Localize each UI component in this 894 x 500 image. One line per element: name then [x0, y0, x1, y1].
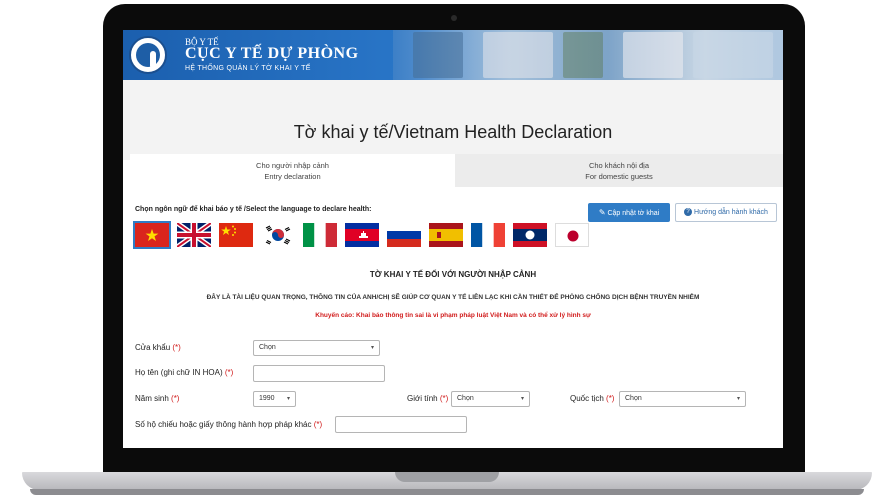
birth-year-select[interactable]: 1990 ▾ [253, 391, 296, 407]
border-gate-value: Chọn [259, 344, 276, 351]
passport-input[interactable] [335, 416, 467, 433]
full-name-label: Họ tên (ghi chữ IN HOA) (*) [135, 368, 233, 377]
update-button-label: Cập nhật tờ khai [607, 210, 660, 217]
declaration-title: TỜ KHAI Y TẾ ĐỐI VỚI NGƯỜI NHẬP CẢNH [369, 270, 537, 279]
tab-domestic-line2: For domestic guests [585, 172, 653, 181]
flag-united-kingdom-icon[interactable] [177, 223, 211, 247]
laptop-base-shadow [30, 489, 864, 495]
required-mark: (*) [439, 394, 449, 403]
laptop-notch [395, 472, 499, 482]
page-title: Tờ khai y tế/Vietnam Health Declaration [293, 122, 613, 142]
webcam-icon [451, 15, 457, 21]
tab-domestic-guests[interactable]: Cho khách nội địa For domestic guests [455, 154, 783, 187]
flag-vietnam-icon[interactable] [133, 221, 171, 249]
flag-laos-icon[interactable] [513, 223, 547, 247]
border-gate-label: Cửa khẩu (*) [135, 343, 181, 352]
gender-value: Chọn [457, 395, 474, 402]
passport-label-text: Số hộ chiếu hoặc giấy thông hành hợp phá… [135, 420, 312, 429]
dropdown-arrow-icon: ▾ [286, 396, 290, 402]
tab-entry-declaration[interactable]: Cho người nhập cảnh Entry declaration [130, 154, 455, 187]
nationality-select[interactable]: Chọn ▾ [619, 391, 746, 407]
question-icon: ? [684, 208, 693, 217]
flag-south-korea-icon[interactable] [261, 223, 295, 247]
required-mark: (*) [606, 394, 615, 403]
language-prompt: Chọn ngôn ngữ để khai báo y tế /Select t… [135, 206, 372, 213]
full-name-input[interactable] [253, 365, 385, 382]
dropdown-arrow-icon: ▾ [370, 345, 374, 351]
system-name: HỆ THỐNG QUẢN LÝ TỜ KHAI Y TẾ [185, 65, 311, 72]
declaration-warning: Khuyến cáo: Khai báo thông tin sai là vi… [315, 312, 591, 319]
gender-select[interactable]: Chọn ▾ [451, 391, 530, 407]
required-mark: (*) [313, 420, 323, 429]
passport-label: Số hộ chiếu hoặc giấy thông hành hợp phá… [135, 420, 322, 429]
birth-year-label-text: Năm sinh [135, 394, 169, 403]
flag-cambodia-icon[interactable] [345, 223, 379, 247]
gender-label: Giới tính (*) [407, 394, 448, 403]
dropdown-arrow-icon: ▾ [520, 396, 524, 402]
birth-year-label: Năm sinh (*) [135, 394, 179, 403]
ministry-emblem-icon [129, 36, 167, 74]
flag-france-icon[interactable] [471, 223, 505, 247]
title-band [123, 80, 783, 160]
nationality-label: Quốc tịch (*) [570, 394, 614, 403]
required-mark: (*) [172, 343, 181, 352]
update-declaration-button[interactable]: ✎ Cập nhật tờ khai [588, 203, 670, 222]
flag-china-icon[interactable] [219, 223, 253, 247]
birth-year-value: 1990 [259, 395, 275, 402]
nationality-value: Chọn [625, 395, 642, 402]
tab-entry-line2: Entry declaration [264, 172, 321, 181]
declaration-notice: ĐÂY LÀ TÀI LIỆU QUAN TRỌNG, THÔNG TIN CỦ… [206, 294, 700, 301]
border-gate-label-text: Cửa khẩu [135, 343, 171, 352]
full-name-label-text: Họ tên (ghi chữ IN HOA) [135, 368, 223, 377]
required-mark: (*) [171, 394, 180, 403]
flag-italy-icon[interactable] [303, 223, 337, 247]
site-header-banner: BỘ Y TẾ CỤC Y TẾ DỰ PHÒNG HỆ THỐNG QUẢN … [123, 30, 783, 80]
flag-spain-icon[interactable] [429, 223, 463, 247]
header-photo-collage [393, 30, 783, 80]
flag-russia-icon[interactable] [387, 223, 421, 247]
nationality-label-text: Quốc tịch [570, 394, 604, 403]
flag-japan-icon[interactable] [555, 223, 589, 247]
tab-entry-line1: Cho người nhập cảnh [256, 161, 329, 170]
department-name: CỤC Y TẾ DỰ PHÒNG [185, 45, 359, 62]
dropdown-arrow-icon: ▾ [736, 396, 740, 402]
edit-icon: ✎ [598, 208, 606, 217]
required-mark: (*) [224, 368, 234, 377]
tab-domestic-line1: Cho khách nội địa [588, 161, 650, 170]
passenger-guide-button[interactable]: ? Hướng dẫn hành khách [675, 203, 777, 222]
border-gate-select[interactable]: Chọn ▾ [253, 340, 380, 356]
gender-label-text: Giới tính [407, 394, 438, 403]
laptop-screen: BỘ Y TẾ CỤC Y TẾ DỰ PHÒNG HỆ THỐNG QUẢN … [123, 30, 783, 448]
guide-button-label: Hướng dẫn hành khách [694, 209, 768, 216]
